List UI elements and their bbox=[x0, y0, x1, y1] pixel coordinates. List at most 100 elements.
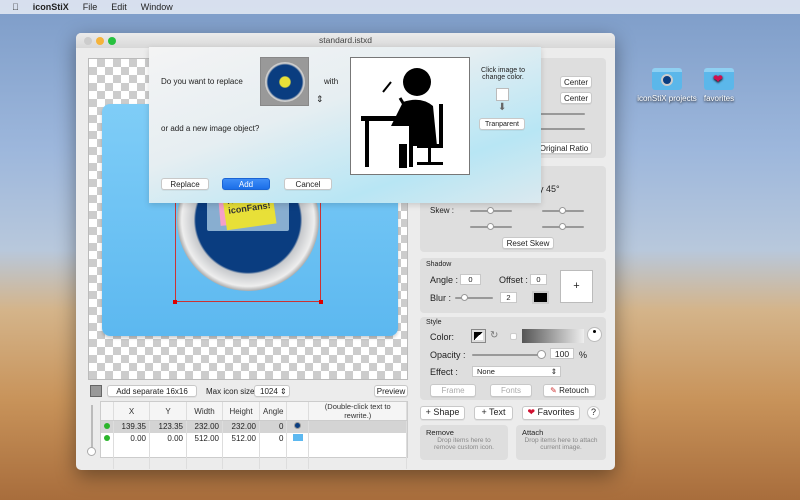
shadow-blur-field[interactable]: 2 bbox=[500, 292, 517, 303]
frame-button[interactable]: Frame bbox=[430, 384, 476, 397]
current-image-thumb[interactable] bbox=[260, 57, 309, 106]
window-title: standard.istxd bbox=[319, 35, 372, 45]
menu-file[interactable]: File bbox=[83, 2, 98, 12]
skew-slider-1[interactable] bbox=[470, 207, 512, 214]
add-separate-button[interactable]: Add separate 16x16 bbox=[107, 385, 197, 397]
shadow-offset-field[interactable]: 0 bbox=[530, 274, 547, 285]
brush-icon: ✎ bbox=[550, 386, 557, 395]
effect-select[interactable]: None ⇕ bbox=[472, 366, 561, 377]
blur-label: Blur : bbox=[430, 293, 452, 303]
rotate-label: y 45° bbox=[539, 184, 560, 194]
effect-value: None bbox=[477, 367, 495, 376]
add-shape-button[interactable]: + Shape bbox=[420, 406, 465, 420]
skew-label: Skew : bbox=[430, 206, 455, 215]
menu-window[interactable]: Window bbox=[141, 2, 173, 12]
cell-width[interactable]: 512.00 bbox=[186, 432, 223, 445]
zoom-button[interactable] bbox=[108, 37, 116, 45]
apple-menu-icon[interactable]:  bbox=[12, 2, 19, 12]
desktop-folder-projects[interactable]: iconStiX projects bbox=[637, 68, 697, 103]
desktop-label: favorites bbox=[703, 94, 735, 103]
new-image-preview[interactable] bbox=[350, 57, 470, 175]
folder-heart-icon: ❤ bbox=[704, 68, 734, 90]
cell-y[interactable]: 123.35 bbox=[149, 420, 187, 433]
cell-x[interactable]: 139.35 bbox=[113, 420, 150, 433]
main-window: standard.istxd Hello, iconFans! Center C… bbox=[76, 33, 615, 470]
shadow-angle-field[interactable]: 0 bbox=[460, 274, 481, 285]
cell-x[interactable]: 0.00 bbox=[113, 432, 150, 445]
menu-edit[interactable]: Edit bbox=[111, 2, 127, 12]
transparent-button[interactable]: Tranparent bbox=[479, 118, 525, 130]
desktop-folder-favorites[interactable]: ❤ favorites bbox=[689, 68, 749, 103]
col-header-y[interactable]: Y bbox=[149, 402, 187, 421]
opacity-slider[interactable] bbox=[472, 350, 546, 359]
col-header-width[interactable]: Width bbox=[186, 402, 223, 421]
cell-height[interactable]: 512.00 bbox=[222, 432, 260, 445]
heart-icon: ❤ bbox=[527, 407, 535, 417]
effect-label: Effect : bbox=[430, 367, 458, 377]
fonts-button[interactable]: Fonts bbox=[490, 384, 532, 397]
cell-width[interactable]: 232.00 bbox=[186, 420, 223, 433]
table-row[interactable]: 0.00 0.00 512.00 512.00 0 bbox=[101, 432, 407, 445]
table-row[interactable]: 139.35 123.35 232.00 232.00 0 bbox=[101, 420, 407, 433]
close-button[interactable] bbox=[84, 37, 92, 45]
slider[interactable] bbox=[540, 128, 585, 130]
size-slider[interactable] bbox=[87, 405, 96, 456]
col-header-x[interactable]: X bbox=[113, 402, 150, 421]
cell-angle[interactable]: 0 bbox=[259, 432, 288, 445]
color-swatch[interactable] bbox=[496, 88, 509, 101]
replace-button[interactable]: Replace bbox=[161, 178, 209, 190]
remove-hint: Drop items here to remove custom icon. bbox=[434, 437, 494, 451]
center-v-button[interactable]: Center bbox=[560, 92, 592, 104]
color-well[interactable] bbox=[471, 329, 486, 343]
attach-drop-zone[interactable]: Attach Drop items here to attach current… bbox=[516, 425, 606, 460]
folder-icon bbox=[652, 68, 682, 90]
color-label: Color: bbox=[430, 332, 455, 342]
background-color-well[interactable] bbox=[90, 385, 102, 397]
retouch-label: Retouch bbox=[559, 386, 589, 395]
resize-handle[interactable] bbox=[319, 300, 323, 304]
help-button[interactable]: ? bbox=[587, 406, 600, 419]
retouch-button[interactable]: ✎ Retouch bbox=[543, 384, 596, 397]
cell-y[interactable]: 0.00 bbox=[149, 432, 187, 445]
color-checkbox[interactable] bbox=[510, 333, 517, 340]
cell-angle[interactable]: 0 bbox=[259, 420, 288, 433]
original-ratio-button[interactable]: Original Ratio bbox=[536, 142, 592, 154]
add-text-button[interactable]: + Text bbox=[474, 406, 513, 420]
color-wheel[interactable] bbox=[587, 327, 602, 342]
minimize-button[interactable] bbox=[96, 37, 104, 45]
remove-drop-zone[interactable]: Remove Drop items here to remove custom … bbox=[420, 425, 508, 460]
image-stepper[interactable]: ⇕ bbox=[316, 94, 324, 105]
col-header-name: (Double-click text to rewrite.) bbox=[308, 402, 407, 421]
cancel-button[interactable]: Cancel bbox=[284, 178, 332, 190]
col-header bbox=[101, 402, 114, 421]
col-header-angle[interactable]: Angle bbox=[259, 402, 288, 421]
cell-name[interactable] bbox=[308, 420, 407, 433]
resize-handle[interactable] bbox=[173, 300, 177, 304]
replace-dialog: Do you want to replace ⇕ with Click imag… bbox=[149, 47, 541, 203]
menu-app[interactable]: iconStiX bbox=[33, 2, 69, 12]
attach-hint: Drop items here to attach current image. bbox=[524, 437, 598, 451]
style-title: Style bbox=[426, 319, 442, 326]
tone-slider[interactable] bbox=[522, 329, 584, 343]
center-h-button[interactable]: Center bbox=[560, 76, 592, 88]
opacity-field[interactable]: 100 bbox=[550, 348, 574, 359]
angle-label: Angle : bbox=[430, 275, 459, 285]
shadow-color-well[interactable] bbox=[532, 291, 549, 304]
skew-slider-4[interactable] bbox=[542, 223, 584, 230]
blur-slider[interactable] bbox=[455, 294, 493, 301]
reset-color-icon[interactable]: ↻ bbox=[490, 330, 498, 341]
status-dot bbox=[104, 423, 110, 430]
preview-button[interactable]: Preview bbox=[374, 385, 408, 397]
max-size-select[interactable]: 1024 ⇕ bbox=[254, 385, 290, 397]
slider[interactable] bbox=[540, 113, 585, 115]
skew-slider-2[interactable] bbox=[542, 207, 584, 214]
cell-height[interactable]: 232.00 bbox=[222, 420, 260, 433]
reset-skew-button[interactable]: Reset Skew bbox=[502, 237, 554, 249]
shadow-direction-pad[interactable]: + bbox=[560, 270, 593, 303]
layers-table: X Y Width Height Angle (Double-click tex… bbox=[100, 401, 408, 469]
col-header-height[interactable]: Height bbox=[222, 402, 260, 421]
cell-name[interactable] bbox=[308, 432, 407, 445]
add-button[interactable]: Add bbox=[222, 178, 270, 190]
skew-slider-3[interactable] bbox=[470, 223, 512, 230]
favorites-button[interactable]: ❤ Favorites bbox=[522, 406, 580, 420]
